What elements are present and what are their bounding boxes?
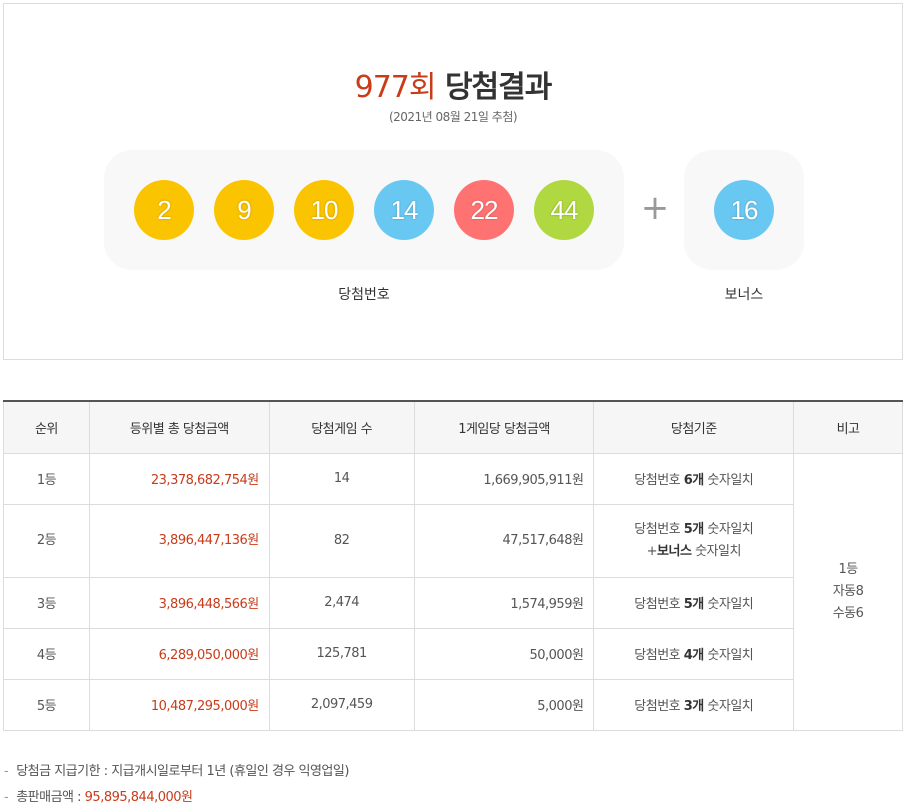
prize-table: 순위 등위별 총 당첨금액 당첨게임 수 1게임당 당첨금액 당첨기준 비고 1… bbox=[3, 400, 903, 731]
deadline-text: 당첨금 지급기한 : 지급개시일로부터 1년 (휴일인 경우 익영업일) bbox=[16, 764, 349, 779]
ball-5: 22 bbox=[454, 180, 514, 240]
header-per-game: 1게임당 당첨금액 bbox=[413, 400, 595, 454]
criteria-count: 6개 bbox=[683, 473, 705, 488]
cell-criteria: 당첨번호 4개 숫자일치 bbox=[593, 627, 795, 680]
header-games: 당첨게임 수 bbox=[268, 400, 415, 454]
ball-4: 14 bbox=[374, 180, 434, 240]
criteria-text: 숫자일치 bbox=[691, 543, 741, 559]
sales-value: 95,895,844,000원 bbox=[84, 790, 193, 805]
cell-total: 3,896,448,566원 bbox=[88, 576, 270, 629]
cell-rank: 5등 bbox=[3, 678, 90, 731]
cell-criteria: 당첨번호 5개 숫자일치 +보너스 숫자일치 bbox=[593, 503, 795, 578]
criteria-bonus: 보너스 bbox=[657, 543, 692, 559]
criteria-text: 숫자일치 bbox=[703, 648, 754, 663]
bullet-dash: - bbox=[4, 764, 9, 779]
criteria-count: 3개 bbox=[683, 699, 705, 714]
header-rank: 순위 bbox=[3, 400, 90, 454]
title-suffix: 당첨결과 bbox=[444, 70, 552, 105]
criteria-plus: + bbox=[646, 543, 658, 559]
criteria-text: 숫자일치 bbox=[703, 699, 754, 714]
cell-games: 82 bbox=[268, 503, 415, 578]
cell-per-game: 1,669,905,911원 bbox=[413, 452, 595, 505]
criteria-text: 숫자일치 bbox=[703, 521, 754, 537]
ball-2: 9 bbox=[214, 180, 274, 240]
cell-rank: 3등 bbox=[3, 576, 90, 629]
bonus-ball: 16 bbox=[714, 180, 774, 240]
note-line-2: 자동8 bbox=[832, 583, 864, 599]
cell-note: 1등 자동8 수동6 bbox=[793, 452, 903, 731]
cell-rank: 1등 bbox=[3, 452, 90, 505]
cell-criteria: 당첨번호 3개 숫자일치 bbox=[593, 678, 795, 731]
cell-per-game: 5,000원 bbox=[413, 678, 595, 731]
criteria-text: 당첨번호 bbox=[634, 521, 684, 537]
cell-rank: 4등 bbox=[3, 627, 90, 680]
table-header-row: 순위 등위별 총 당첨금액 당첨게임 수 1게임당 당첨금액 당첨기준 비고 bbox=[3, 400, 903, 454]
header-note: 비고 bbox=[793, 400, 903, 454]
bullet-dash: - bbox=[4, 790, 9, 805]
cell-rank: 2등 bbox=[3, 503, 90, 578]
cell-total: 23,378,682,754원 bbox=[88, 452, 270, 505]
cell-total: 10,487,295,000원 bbox=[88, 678, 270, 731]
criteria-text: 당첨번호 bbox=[634, 648, 684, 663]
cell-games: 2,474 bbox=[268, 576, 415, 629]
cell-total: 6,289,050,000원 bbox=[88, 627, 270, 680]
cell-per-game: 47,517,648원 bbox=[413, 503, 595, 578]
plus-icon: + bbox=[640, 188, 670, 228]
cell-games: 14 bbox=[268, 452, 415, 505]
table-row: 2등 3,896,447,136원 82 47,517,648원 당첨번호 5개… bbox=[3, 503, 903, 578]
cell-games: 2,097,459 bbox=[268, 678, 415, 731]
result-panel: 977회 당첨결과 (2021년 08월 21일 추첨) 2 9 10 14 2… bbox=[3, 3, 903, 360]
sales-label: 총판매금액 : bbox=[16, 790, 85, 805]
cell-criteria: 당첨번호 6개 숫자일치 bbox=[593, 452, 795, 505]
bonus-label: 보너스 bbox=[724, 287, 764, 303]
winning-numbers-panel: 2 9 10 14 22 44 bbox=[104, 150, 624, 270]
ball-1: 2 bbox=[134, 180, 194, 240]
page-title: 977회 당첨결과 bbox=[4, 62, 902, 106]
criteria-text: 당첨번호 bbox=[634, 699, 684, 714]
table-row: 3등 3,896,448,566원 2,474 1,574,959원 당첨번호 … bbox=[3, 576, 903, 629]
ball-3: 10 bbox=[294, 180, 354, 240]
cell-per-game: 50,000원 bbox=[413, 627, 595, 680]
ball-6: 44 bbox=[534, 180, 594, 240]
note-line-1: 1등 bbox=[838, 561, 858, 577]
bonus-number-panel: 16 bbox=[684, 150, 804, 270]
criteria-count: 5개 bbox=[683, 597, 705, 612]
header-total: 등위별 총 당첨금액 bbox=[88, 400, 270, 454]
criteria-count: 4개 bbox=[683, 648, 705, 663]
winning-numbers-label: 당첨번호 bbox=[338, 287, 390, 303]
total-sales: - 총판매금액 : 95,895,844,000원 bbox=[4, 786, 193, 805]
draw-date: (2021년 08월 21일 추첨) bbox=[388, 110, 518, 124]
round-number: 977회 bbox=[354, 70, 437, 105]
table-row: 5등 10,487,295,000원 2,097,459 5,000원 당첨번호… bbox=[3, 678, 903, 731]
criteria-text: 숫자일치 bbox=[703, 597, 754, 612]
cell-games: 125,781 bbox=[268, 627, 415, 680]
table-row: 4등 6,289,050,000원 125,781 50,000원 당첨번호 4… bbox=[3, 627, 903, 680]
note-line-3: 수동6 bbox=[832, 605, 864, 621]
criteria-count: 5개 bbox=[683, 521, 705, 537]
table-row: 1등 23,378,682,754원 14 1,669,905,911원 당첨번… bbox=[3, 452, 903, 731]
payment-deadline: - 당첨금 지급기한 : 지급개시일로부터 1년 (휴일인 경우 익영업일) bbox=[4, 760, 349, 779]
header-criteria: 당첨기준 bbox=[593, 400, 795, 454]
cell-criteria: 당첨번호 5개 숫자일치 bbox=[593, 576, 795, 629]
criteria-text: 당첨번호 bbox=[634, 473, 684, 488]
cell-total: 3,896,447,136원 bbox=[88, 503, 270, 578]
cell-per-game: 1,574,959원 bbox=[413, 576, 595, 629]
criteria-text: 당첨번호 bbox=[634, 597, 684, 612]
criteria-text: 숫자일치 bbox=[703, 473, 754, 488]
